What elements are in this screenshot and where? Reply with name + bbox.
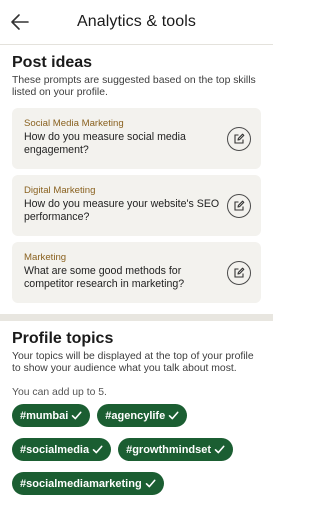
- topic-chip-label: #growthmindset: [126, 443, 212, 456]
- post-idea-card[interactable]: Marketing What are some good methods for…: [12, 242, 261, 303]
- check-icon: [168, 410, 179, 421]
- edit-pencil-icon[interactable]: [227, 127, 251, 151]
- topic-chip[interactable]: #socialmedia: [12, 438, 112, 461]
- post-idea-category: Digital Marketing: [24, 185, 96, 196]
- top-app-bar: Analytics & tools: [0, 0, 273, 44]
- topic-chip-label: #socialmediamarketing: [20, 477, 142, 490]
- profile-topics-description: Your topics will be displayed at the top…: [12, 351, 254, 374]
- topic-chip-label: #agencylife: [105, 409, 166, 422]
- post-idea-category: Marketing: [24, 252, 67, 263]
- edit-pencil-icon[interactable]: [227, 261, 251, 285]
- topic-chip[interactable]: #mumbai: [12, 404, 91, 427]
- post-idea-category: Social Media Marketing: [24, 118, 124, 129]
- section-divider: [0, 314, 273, 321]
- topic-chip-list: #mumbai #agencylife #socialmedia #growth…: [12, 404, 261, 495]
- profile-topics-title: Profile topics: [12, 330, 114, 347]
- topic-chip[interactable]: #agencylife: [97, 404, 188, 427]
- header-divider: [0, 44, 273, 45]
- check-icon: [214, 444, 225, 455]
- topic-chip-label: #socialmedia: [20, 443, 90, 456]
- post-idea-question: How do you measure your website's SEO pe…: [24, 198, 220, 223]
- post-idea-list: Social Media Marketing How do you measur…: [12, 108, 261, 303]
- post-idea-card[interactable]: Digital Marketing How do you measure you…: [12, 175, 261, 236]
- post-idea-question: What are some good methods for competito…: [24, 265, 185, 290]
- edit-pencil-icon[interactable]: [227, 194, 251, 218]
- post-ideas-description: These prompts are suggested based on the…: [12, 75, 256, 98]
- topic-chip-label: #mumbai: [20, 409, 69, 422]
- check-icon: [145, 478, 156, 489]
- post-idea-card[interactable]: Social Media Marketing How do you measur…: [12, 108, 261, 169]
- topic-chip[interactable]: #growthmindset: [118, 438, 234, 461]
- post-ideas-title: Post ideas: [12, 54, 93, 71]
- profile-topics-section: Profile topics Your topics will be displ…: [0, 330, 273, 495]
- post-idea-question: How do you measure social media engageme…: [24, 131, 186, 156]
- post-ideas-section: Post ideas These prompts are suggested b…: [0, 54, 273, 303]
- check-icon: [71, 410, 82, 421]
- topic-limit-note: You can add up to 5.: [12, 387, 107, 398]
- back-arrow-icon[interactable]: [10, 13, 30, 31]
- topic-chip[interactable]: #socialmediamarketing: [12, 472, 164, 495]
- check-icon: [92, 444, 103, 455]
- page-title: Analytics & tools: [76, 13, 197, 30]
